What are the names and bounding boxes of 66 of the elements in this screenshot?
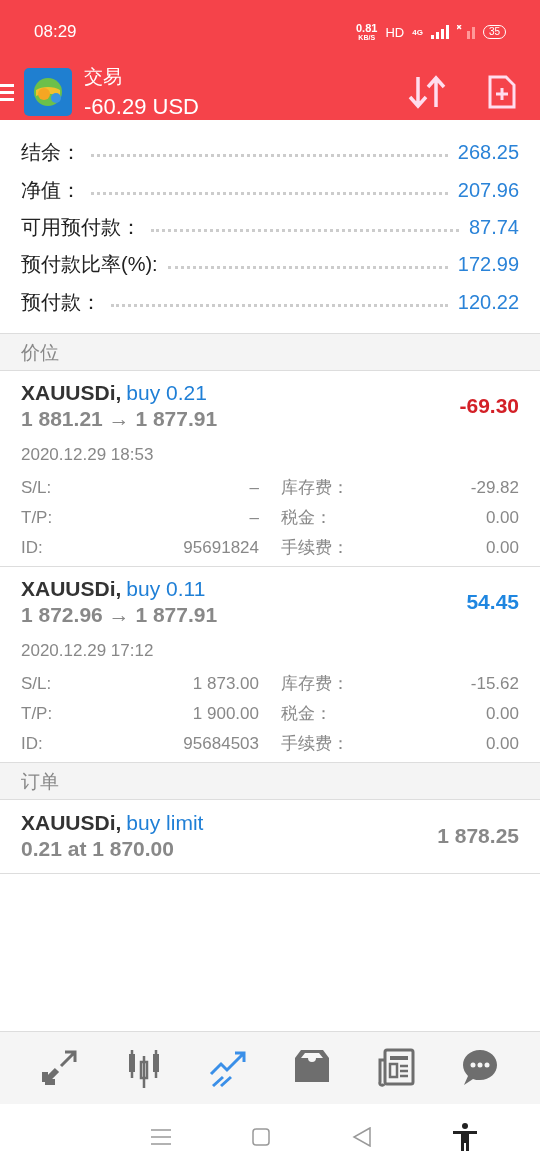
menu-icon[interactable]	[0, 83, 14, 101]
detail-label: 税金：	[281, 703, 332, 726]
network-type: 4G	[412, 27, 423, 37]
profit-value: 54.45	[466, 589, 519, 614]
back-icon[interactable]	[351, 1127, 372, 1147]
order-detail: 0.21 at 1 870.00	[21, 837, 175, 862]
trade-type: buy 0.21	[126, 380, 207, 404]
detail-value: –	[249, 477, 259, 498]
section-header: 价位	[21, 340, 59, 365]
trade-type: buy 0.11	[126, 576, 206, 600]
summary-label: 预付款：	[21, 289, 101, 315]
detail-value: 0.00	[485, 537, 519, 558]
detail-value: 0.00	[485, 507, 519, 528]
accessibility-icon[interactable]	[453, 1123, 478, 1151]
detail-value: -15.62	[470, 673, 519, 694]
summary-value: 87.74	[468, 215, 519, 239]
detail-value: 1 873.00	[192, 673, 259, 694]
detail-label: T/P:	[21, 507, 53, 528]
summary-value: 120.22	[457, 290, 519, 314]
summary-label: 结余：	[21, 140, 81, 166]
section-header: 订单	[21, 769, 59, 794]
detail-value: –	[249, 507, 259, 528]
detail-label: 手续费：	[281, 733, 349, 756]
symbol: XAUUSDi,	[21, 380, 122, 404]
detail-label: 税金：	[281, 507, 332, 530]
network-speed: 0.81	[356, 23, 378, 34]
detail-value: 0.00	[485, 733, 519, 754]
current-price: 1 878.25	[437, 824, 519, 849]
detail-label: T/P:	[21, 703, 53, 724]
signal-icon	[456, 25, 475, 39]
summary-label: 预付款比率(%):	[21, 252, 158, 278]
price-change: 1 881.21 → 1 877.91	[21, 406, 218, 431]
detail-label: 库存费：	[281, 477, 349, 500]
account-profit: -60.29 USD	[84, 94, 199, 120]
summary-value: 207.96	[457, 178, 519, 202]
detail-label: S/L:	[21, 477, 52, 498]
home-icon[interactable]	[252, 1128, 271, 1146]
symbol: XAUUSDi,	[21, 576, 122, 600]
symbol: XAUUSDi,	[21, 811, 122, 835]
hd-indicator: HD	[385, 24, 405, 40]
new-document-icon[interactable]	[488, 75, 516, 109]
summary-label: 净值：	[21, 177, 81, 203]
detail-label: 手续费：	[281, 537, 349, 560]
summary-value: 268.25	[457, 141, 519, 165]
detail-label: S/L:	[21, 673, 52, 694]
summary-label: 可用预付款：	[21, 214, 141, 240]
price-change: 1 872.96 → 1 877.91	[21, 602, 218, 627]
detail-label: ID:	[21, 537, 43, 558]
profit-value: -69.30	[459, 393, 519, 418]
open-time: 2020.12.29 17:12	[21, 640, 155, 661]
order-type: buy limit	[126, 811, 204, 835]
signal-icon	[430, 25, 449, 39]
detail-label: ID:	[21, 733, 43, 754]
summary-value: 172.99	[457, 253, 519, 277]
menu-icon[interactable]	[150, 1128, 171, 1146]
clock: 08:29	[34, 22, 77, 42]
detail-value: 0.00	[485, 703, 519, 724]
detail-label: 库存费：	[281, 673, 349, 696]
detail-value: 1 900.00	[192, 703, 259, 724]
screen-title: 交易	[84, 65, 123, 89]
detail-value: 95684503	[183, 733, 259, 754]
detail-value: 95691824	[183, 537, 259, 558]
open-time: 2020.12.29 18:53	[21, 444, 155, 465]
detail-value: -29.82	[470, 477, 519, 498]
sort-icon[interactable]	[408, 75, 446, 109]
app-logo-icon	[24, 68, 72, 116]
